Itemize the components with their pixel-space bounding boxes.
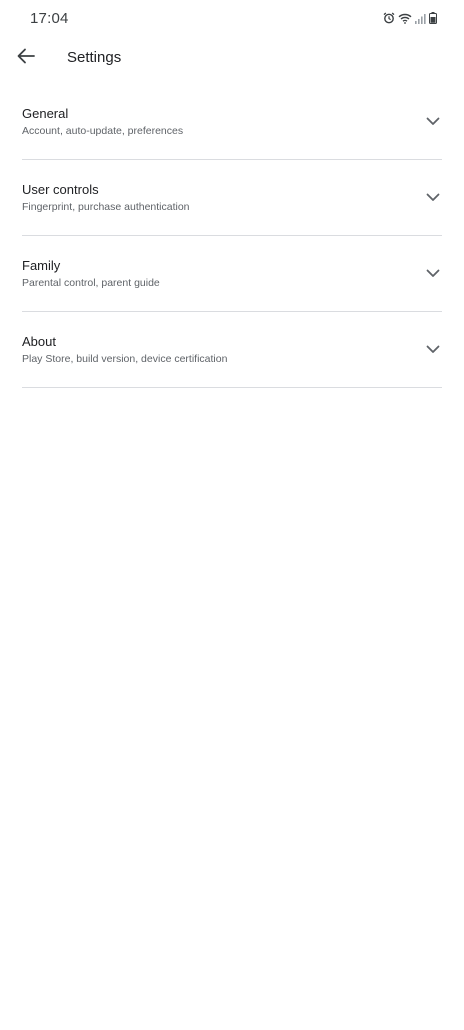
item-title: User controls	[22, 182, 99, 197]
item-subtitle: Play Store, build version, device certif…	[22, 353, 228, 365]
back-button[interactable]	[12, 44, 40, 72]
settings-item-family[interactable]: Family Parental control, parent guide	[22, 236, 442, 312]
arrow-back-icon	[17, 48, 35, 69]
settings-item-general[interactable]: General Account, auto-update, preference…	[22, 84, 442, 160]
item-subtitle: Fingerprint, purchase authentication	[22, 201, 190, 213]
alarm-icon	[383, 12, 395, 24]
item-title: General	[22, 106, 69, 121]
item-title: About	[22, 334, 56, 349]
item-subtitle: Account, auto-update, preferences	[22, 125, 184, 137]
settings-item-user-controls[interactable]: User controls Fingerprint, purchase auth…	[22, 160, 442, 236]
battery-icon	[429, 12, 437, 24]
chevron-down-icon[interactable]	[424, 188, 442, 206]
app-bar: Settings	[0, 40, 464, 76]
chevron-down-icon[interactable]	[424, 112, 442, 130]
settings-list: General Account, auto-update, preference…	[22, 84, 442, 388]
chevron-down-icon[interactable]	[424, 340, 442, 358]
signal-icon	[415, 13, 426, 24]
page-title: Settings	[67, 49, 122, 66]
chevron-down-icon[interactable]	[424, 264, 442, 282]
wifi-icon	[398, 13, 412, 24]
item-subtitle: Parental control, parent guide	[22, 277, 160, 289]
status-bar: 17:04	[0, 0, 464, 40]
status-icons	[383, 12, 437, 24]
item-title: Family	[22, 258, 61, 273]
settings-screen: 17:04 Settings General Account, auto-upd…	[0, 0, 464, 1030]
status-time: 17:04	[30, 10, 69, 27]
settings-item-about[interactable]: About Play Store, build version, device …	[22, 312, 442, 388]
